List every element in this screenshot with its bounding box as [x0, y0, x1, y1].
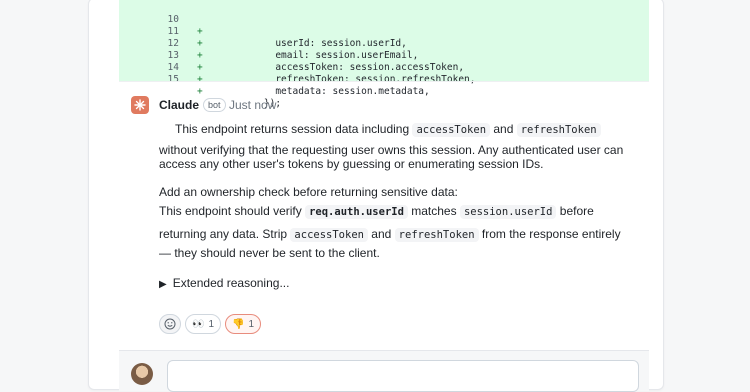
bot-badge: bot — [203, 98, 226, 112]
diff-line: 11 + email: session.userEmail, — [119, 14, 649, 61]
diff-line: 13 + refreshToken: session.refreshToken, — [119, 38, 649, 85]
inline-code: req.auth.userId — [305, 205, 408, 219]
thumbs-down-icon: 👎 — [232, 318, 245, 330]
user-avatar[interactable] — [131, 363, 153, 385]
line-number: 15 — [167, 74, 179, 85]
comment-text: This endpoint should verify — [159, 204, 306, 218]
comment-text: before — [556, 204, 594, 218]
comment-text: matches — [407, 204, 460, 218]
inline-code: accessToken — [290, 228, 368, 242]
reaction-thumbs-down[interactable]: 👎 1 — [225, 314, 262, 334]
comment-paragraph-1-line-1: This endpoint returns session data inclu… — [175, 122, 601, 137]
inline-code: refreshToken — [394, 228, 479, 242]
comment-author[interactable]: Claude — [159, 98, 199, 112]
divider — [119, 81, 649, 82]
reply-composer — [119, 350, 649, 392]
diff-line: 10 + userId: session.userId, — [119, 2, 649, 49]
comment-paragraph-2-line-3: returning any data. Strip accessToken an… — [159, 227, 621, 242]
comment-paragraph-2-line-1: Add an ownership check before returning … — [159, 185, 458, 199]
diff-sign: + — [197, 86, 203, 97]
diff-added-block: 10 + userId: session.userId, 11 + email:… — [119, 0, 649, 109]
inline-code: accessToken — [412, 123, 491, 137]
extended-reasoning-label: Extended reasoning... — [172, 276, 290, 290]
eyes-icon: 👀 — [192, 318, 205, 330]
reaction-count: 1 — [208, 318, 215, 330]
comment-text: and — [367, 227, 395, 241]
reaction-count: 1 — [248, 318, 255, 330]
comment-text: and — [490, 122, 517, 136]
add-reaction-button[interactable] — [159, 314, 181, 334]
diff-line: 12 + accessToken: session.accessToken, — [119, 26, 649, 73]
comment-paragraph-2-line-4: — they should never be sent to the clien… — [159, 246, 380, 260]
comment-text: This endpoint returns session data inclu… — [175, 122, 413, 136]
extended-reasoning-toggle[interactable]: ▶ Extended reasoning... — [159, 276, 289, 290]
comment-timestamp[interactable]: Just now — [229, 98, 276, 112]
review-comment-card: 10 + userId: session.userId, 11 + email:… — [88, 0, 664, 392]
comment-text: from the response entirely — [478, 227, 621, 241]
comment-text: returning any data. Strip — [159, 227, 291, 241]
reply-input[interactable] — [167, 360, 639, 392]
comment-paragraph-1-line-2: without verifying that the requesting us… — [159, 143, 624, 157]
diff-code: metadata: session.metadata, — [241, 86, 430, 97]
comment-paragraph-1-line-3: access any other user's tokens by guessi… — [159, 157, 544, 171]
reactions-bar: 👀 1 👎 1 — [159, 314, 262, 334]
smiley-icon — [164, 318, 176, 330]
reaction-eyes[interactable]: 👀 1 — [185, 314, 222, 334]
diff-line: 15 + }); — [119, 62, 649, 109]
inline-code: refreshToken — [516, 123, 601, 137]
diff-code: refreshToken: session.refreshToken, — [241, 74, 476, 85]
comment-paragraph-2-line-2: This endpoint should verify req.auth.use… — [159, 204, 594, 219]
disclosure-triangle-icon: ▶ — [159, 279, 167, 290]
claude-avatar[interactable] — [131, 96, 149, 114]
claude-burst-icon — [134, 99, 146, 111]
inline-code: session.userId — [459, 205, 557, 219]
diff-line: 14 + metadata: session.metadata, — [119, 50, 649, 97]
diff-sign: + — [197, 74, 203, 85]
